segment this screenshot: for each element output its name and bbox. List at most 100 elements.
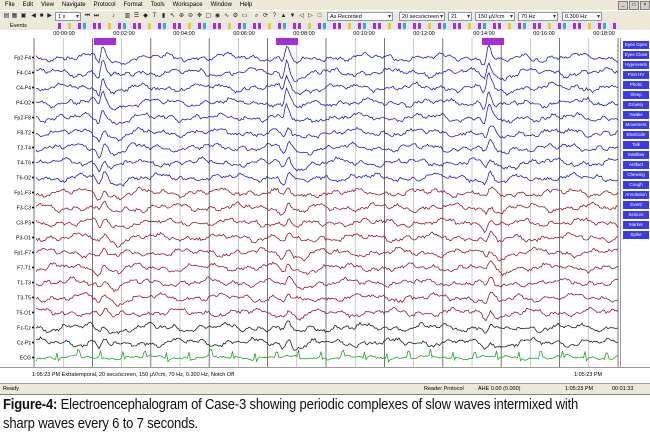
event-marker[interactable] [198,23,201,29]
save-icon[interactable]: ▦ [11,13,18,20]
event-marker[interactable] [613,23,616,29]
lock-icon[interactable]: ▢ [205,13,212,20]
timebase-select[interactable]: 20 secs/screen [399,12,445,22]
annotation-button[interactable]: Marker [623,221,649,229]
event-marker[interactable] [458,23,461,29]
annotation-button[interactable]: Drowsy [623,101,649,109]
event-marker[interactable] [158,23,161,29]
annotation-button[interactable]: Seizure [623,211,649,219]
event-marker[interactable] [243,23,246,29]
event-marker[interactable] [533,23,536,29]
settings-icon[interactable]: ⚙ [232,13,239,20]
annotation-button[interactable]: Cough [623,181,649,189]
event-marker[interactable] [348,23,351,29]
annotation-button[interactable]: Photic [623,81,649,89]
filter-icon[interactable]: ∿ [223,13,230,20]
event-marker[interactable] [278,23,281,29]
sensitivity-select[interactable]: 150 µV/cm [475,12,515,22]
search-icon[interactable]: ⌕ [253,13,260,20]
event-tag[interactable] [276,38,298,45]
event-marker[interactable] [253,23,256,29]
event-marker[interactable] [308,23,311,29]
event-marker[interactable] [478,23,481,29]
event-marker[interactable] [388,23,391,29]
menu-edit[interactable]: Edit [20,0,36,10]
channel-count-select[interactable]: 21 [448,12,472,22]
annotation-button[interactable]: Eyes Close [623,51,649,59]
notch-filter-select[interactable]: 70 Hz [518,12,558,22]
grid-icon[interactable]: ▥ [124,13,131,20]
event-marker[interactable] [363,23,366,29]
event-marker[interactable] [68,23,71,29]
left-icon[interactable]: ◁ [298,13,305,20]
annotation-button[interactable]: Spike [623,231,649,239]
event-marker[interactable] [133,23,136,29]
event-marker[interactable] [148,23,151,29]
note-icon[interactable]: ♪ [110,13,117,20]
annotation-button[interactable]: Artifact [623,161,649,169]
event-marker[interactable] [373,23,376,29]
event-marker[interactable] [108,23,111,29]
event-marker[interactable] [443,23,446,29]
event-tag[interactable] [482,38,504,45]
menu-help[interactable]: Help [237,0,255,10]
montage-select[interactable]: As Recorded [327,12,393,22]
step-back-icon[interactable]: ⏮ [84,13,91,20]
menu-tools[interactable]: Tools [148,0,168,10]
mark-icon[interactable]: ◆ [142,13,149,20]
event-marker[interactable] [218,23,221,29]
event-marker[interactable] [98,23,101,29]
annotation-button[interactable]: Event [623,201,649,209]
video-icon[interactable]: ▭ [241,13,248,20]
measure-icon[interactable]: ✥ [196,13,203,20]
event-marker[interactable] [293,23,296,29]
event-marker[interactable] [538,23,541,29]
event-marker[interactable] [558,23,561,29]
event-marker[interactable] [358,23,361,29]
event-marker[interactable] [588,23,591,29]
event-marker[interactable] [573,23,576,29]
event-marker[interactable] [268,23,271,29]
annotation-button[interactable]: Annotation [623,191,649,199]
event-marker[interactable] [93,23,96,29]
event-marker[interactable] [468,23,471,29]
right-icon[interactable]: ▷ [307,13,314,20]
menu-view[interactable]: View [38,0,57,10]
window-icon[interactable]: □ [316,13,323,20]
up-icon[interactable]: ▲ [280,13,287,20]
event-marker[interactable] [123,23,126,29]
annotation-button[interactable]: Eyes Open [623,41,649,49]
event-marker[interactable] [428,23,431,29]
close-icon[interactable]: × [640,1,650,10]
event-marker[interactable] [78,23,81,29]
event-marker[interactable] [398,23,401,29]
menu-window[interactable]: Window [208,0,235,10]
eeg-trace-panel[interactable]: Fp2-F4 F4-C4 C4-P4 P4-O2 Fp2-F8 F8-T2 T2-T4 T4-… [0,38,620,367]
annotation-button[interactable]: Hyperventi [623,61,649,69]
event-marker[interactable] [523,23,526,29]
annotation-button[interactable]: Talk [623,141,649,149]
event-marker[interactable] [598,23,601,29]
event-marker[interactable] [548,23,551,29]
help-icon[interactable]: ? [271,13,278,20]
event-marker[interactable] [438,23,441,29]
event-marker[interactable] [403,23,406,29]
event-marker[interactable] [138,23,141,29]
annotation-button[interactable]: Awake [623,111,649,119]
event-tag[interactable] [94,38,116,45]
event-marker[interactable] [418,23,421,29]
event-marker[interactable] [188,23,191,29]
event-marker[interactable] [333,23,336,29]
text-icon[interactable]: T [151,13,158,20]
stop-icon[interactable]: ■ [38,13,45,20]
step-forward-icon[interactable]: ⏭ [93,13,100,20]
menu-format[interactable]: Format [121,0,146,10]
event-marker[interactable] [58,23,61,29]
menu-protocol[interactable]: Protocol [91,0,119,10]
event-marker[interactable] [498,23,501,29]
event-marker[interactable] [518,23,521,29]
annotation-button[interactable]: Sleep [623,91,649,99]
pointer-icon[interactable]: ↖ [169,13,176,20]
event-marker[interactable] [283,23,286,29]
rewind-icon[interactable]: ◀ [30,13,37,20]
